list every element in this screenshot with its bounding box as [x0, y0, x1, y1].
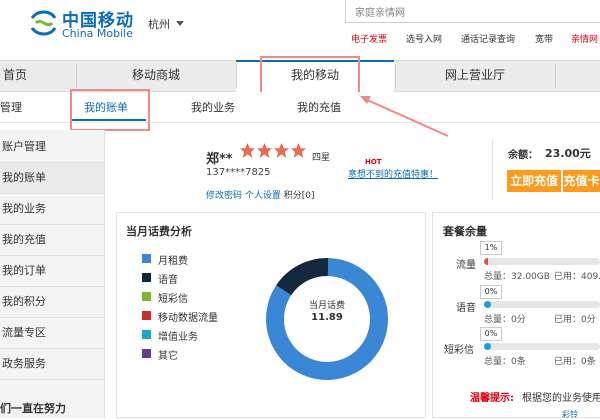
legend-swatch — [142, 349, 151, 358]
package-item-name: 短彩信 — [444, 345, 474, 356]
phone-number: 137****7825 — [206, 167, 271, 178]
usage-percent-badge: 1% — [480, 241, 502, 255]
usage-progress-fill — [484, 258, 488, 265]
package-used: 已用：409. — [554, 272, 600, 282]
usage-progress-fill — [484, 301, 491, 308]
sidebar-item-my-services[interactable]: 我的业务 — [0, 194, 104, 225]
change-password-link[interactable]: 修改密码 — [206, 191, 242, 201]
usage-progress-fill — [484, 343, 491, 350]
annotation-arrow-line — [364, 98, 449, 137]
usage-progress-track — [484, 301, 600, 308]
personal-settings-link[interactable]: 个人设置 — [245, 191, 281, 201]
donut-center-value: 11.89 — [311, 312, 343, 323]
legend-label: 移动数据流量 — [158, 313, 218, 324]
star-icon — [240, 143, 255, 158]
usage-progress-track — [484, 258, 600, 265]
package-item-name: 流量 — [456, 260, 476, 271]
bill-analysis-title: 当月话费分析 — [126, 225, 192, 238]
legend-label: 其它 — [158, 351, 178, 362]
recharge-promo-link[interactable]: 意想不到的充值特惠！ — [348, 167, 438, 180]
legend-swatch — [142, 273, 151, 282]
divider — [492, 140, 493, 200]
sidebar-item-gov-services[interactable]: 政务服务 — [0, 349, 104, 380]
hot-badge: HOT — [365, 158, 382, 166]
tip-text: 根据您的业务使用 — [522, 393, 600, 404]
balance-value: 23.00元 — [545, 147, 591, 160]
donut-slice-2 — [276, 258, 329, 296]
usage-percent-badge: 0% — [480, 327, 502, 341]
sidebar-item-data-zone[interactable]: 流量专区 — [0, 318, 104, 349]
sidebar-item-my-bill[interactable]: 我的账单 — [0, 163, 104, 194]
star-level-label: 四星 — [312, 153, 331, 163]
points-text: 积分[0] — [283, 191, 315, 201]
package-total: 总量：0分 — [484, 315, 526, 325]
package-used: 已用：0条 — [554, 357, 596, 367]
star-icon — [257, 143, 272, 158]
usage-progress-track — [484, 343, 600, 350]
package-total: 总量：32.00GB — [484, 272, 550, 282]
usage-percent-badge: 0% — [480, 285, 502, 299]
legend-label: 语音 — [158, 275, 178, 286]
legend-label: 月租费 — [158, 256, 188, 267]
sidebar-item-my-recharge[interactable]: 我的充值 — [0, 225, 104, 256]
sidebar-item-my-orders[interactable]: 我的订单 — [0, 256, 104, 287]
legend-swatch — [142, 311, 151, 320]
recharge-now-button[interactable]: 立即充值 — [507, 170, 561, 192]
legend-swatch — [142, 292, 151, 301]
package-total: 总量：0条 — [484, 357, 526, 367]
tip-label: 温馨提示: — [470, 393, 514, 404]
sidebar-item-my-points[interactable]: 我的积分 — [0, 287, 104, 318]
balance-label: 余额： — [508, 150, 538, 161]
star-icon — [291, 143, 306, 158]
package-item-name: 语音 — [456, 303, 476, 314]
recharge-card-button[interactable]: 充值卡 — [563, 170, 600, 192]
user-links: 修改密码 个人设置 积分[0] — [206, 188, 315, 201]
avatar — [116, 135, 204, 201]
sidebar-footer-text: 们一直在努力 — [0, 402, 66, 415]
legend-label: 增值业务 — [158, 332, 198, 343]
legend-swatch — [142, 330, 151, 339]
legend-swatch — [142, 254, 151, 263]
package-balance-title: 套餐余量 — [443, 225, 487, 238]
ringtone-link[interactable]: 彩铃 — [562, 409, 578, 420]
package-used: 已用：0分 — [554, 315, 596, 325]
donut-center-label: 当月话费 — [308, 301, 345, 311]
legend-label: 短彩信 — [158, 294, 188, 305]
sidebar-item-account[interactable]: 账户管理 — [0, 132, 104, 163]
star-icon — [274, 143, 289, 158]
user-name: 郑** — [206, 152, 233, 167]
